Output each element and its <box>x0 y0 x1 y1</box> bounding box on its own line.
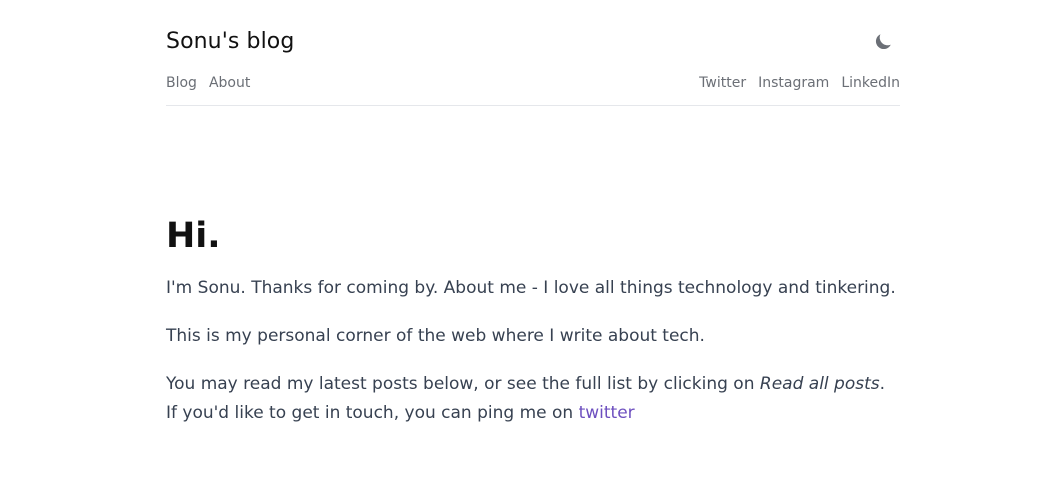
intro-section: Hi. I'm Sonu. Thanks for coming by. Abou… <box>166 210 900 428</box>
theme-toggle-button[interactable] <box>872 31 894 53</box>
main-nav: Blog About Twitter Instagram LinkedIn <box>166 72 900 94</box>
nav-link-linkedin[interactable]: LinkedIn <box>841 72 900 94</box>
site-header: Sonu's blog <box>166 26 900 58</box>
paragraph-3-prefix: You may read my latest posts below, or s… <box>166 374 760 394</box>
nav-link-blog[interactable]: Blog <box>166 72 197 94</box>
moon-icon <box>875 34 891 50</box>
intro-heading: Hi. <box>166 216 221 256</box>
read-all-posts-emphasis: Read all posts <box>759 374 880 394</box>
intro-paragraph-2: This is my personal corner of the web wh… <box>166 326 705 346</box>
nav-link-instagram[interactable]: Instagram <box>758 72 829 94</box>
nav-link-twitter[interactable]: Twitter <box>699 72 746 94</box>
site-title-link[interactable]: Sonu's blog <box>166 26 294 58</box>
header-divider <box>166 105 900 106</box>
nav-left-group: Blog About <box>166 72 250 94</box>
twitter-link[interactable]: twitter <box>579 403 635 423</box>
nav-right-group: Twitter Instagram LinkedIn <box>699 72 900 94</box>
intro-paragraph-3: You may read my latest posts below, or s… <box>166 370 900 428</box>
intro-paragraph-1: I'm Sonu. Thanks for coming by. About me… <box>166 278 896 298</box>
nav-link-about[interactable]: About <box>209 72 250 94</box>
